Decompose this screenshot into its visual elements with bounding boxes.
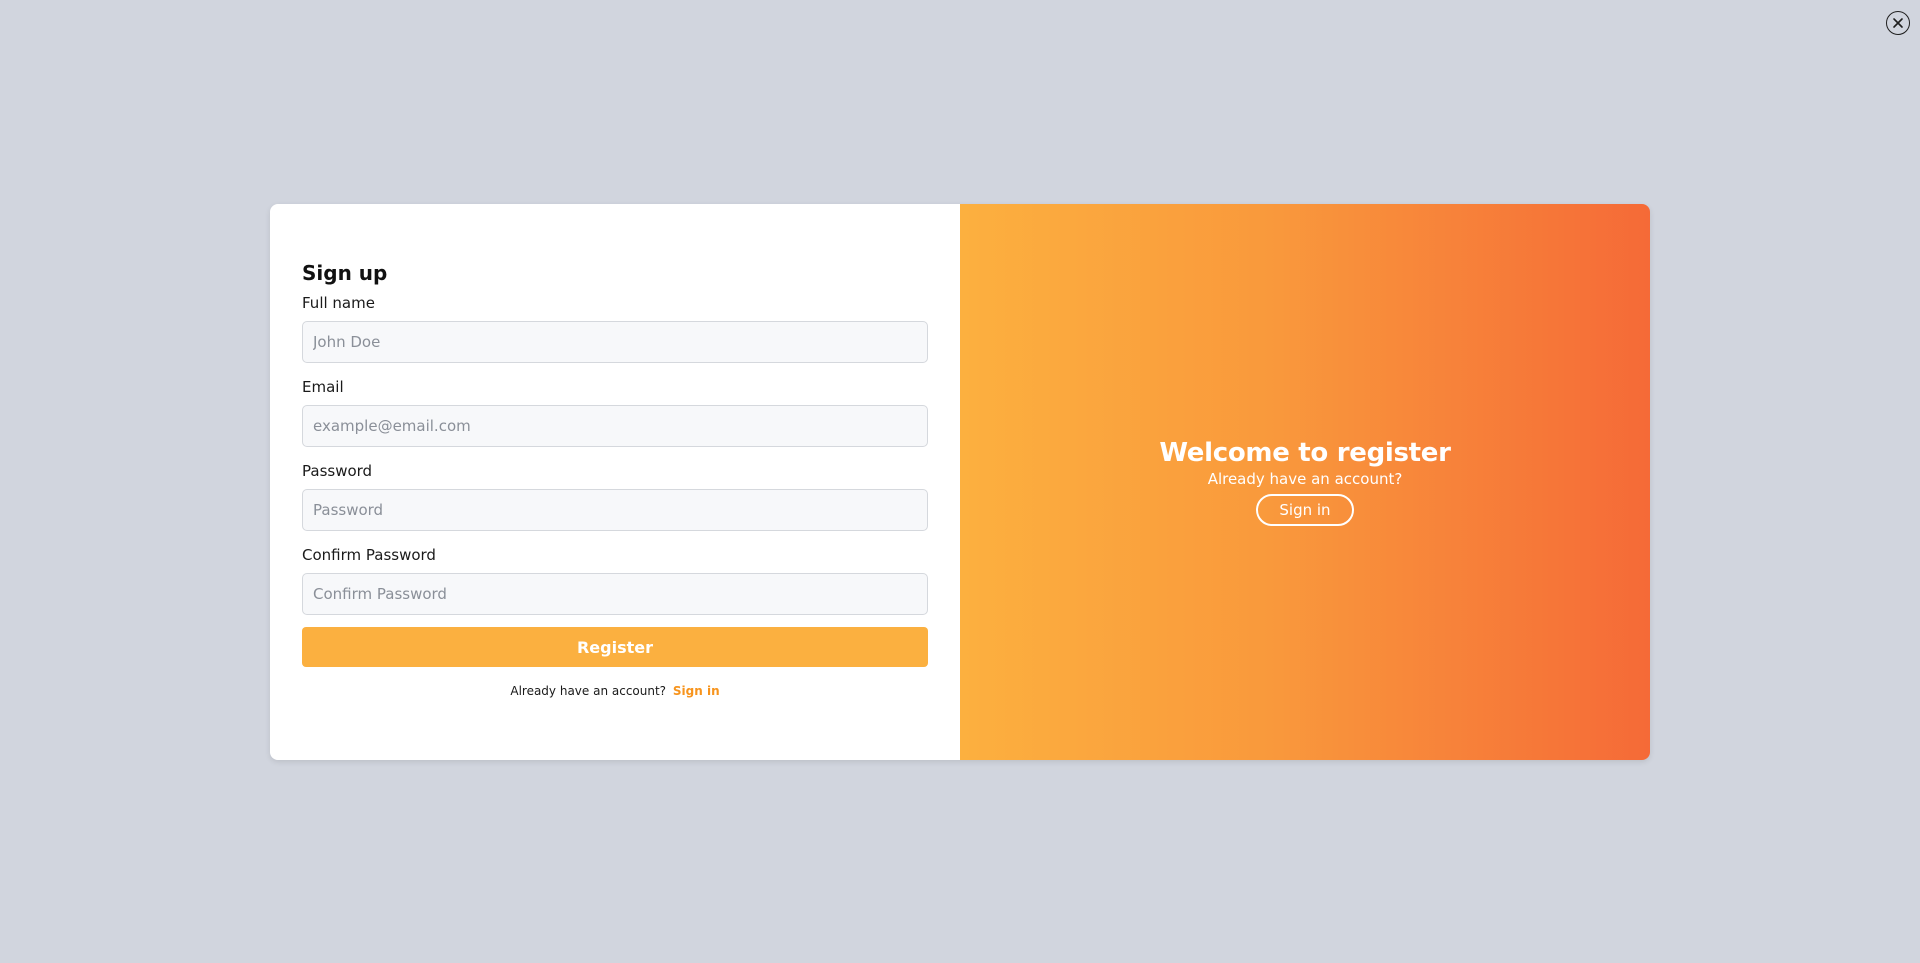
welcome-signin-button[interactable]: Sign in — [1256, 493, 1354, 526]
close-icon — [1892, 17, 1904, 29]
welcome-panel: Welcome to register Already have an acco… — [960, 204, 1650, 760]
full-name-label: Full name — [302, 294, 375, 312]
email-group: Email — [302, 377, 928, 447]
confirm-password-input[interactable] — [302, 573, 928, 615]
full-name-input[interactable] — [302, 321, 928, 363]
password-label: Password — [302, 462, 373, 480]
password-input[interactable] — [302, 489, 928, 531]
password-group: Password — [302, 461, 928, 531]
full-name-group: Full name — [302, 293, 928, 363]
email-label: Email — [302, 378, 344, 396]
welcome-subtitle: Already have an account? — [1207, 469, 1403, 488]
confirm-password-group: Confirm Password — [302, 545, 928, 615]
signin-row: Already have an account? Sign in — [302, 684, 928, 698]
signup-form-panel: Sign up Full name Email Password Confirm… — [270, 204, 960, 760]
form-title: Sign up — [302, 261, 388, 285]
signup-card: Sign up Full name Email Password Confirm… — [270, 204, 1650, 760]
close-button[interactable] — [1886, 11, 1910, 35]
confirm-password-label: Confirm Password — [302, 546, 436, 564]
email-input[interactable] — [302, 405, 928, 447]
welcome-title: Welcome to register — [1159, 437, 1451, 468]
register-button[interactable]: Register — [302, 627, 928, 667]
signin-link[interactable]: Sign in — [673, 684, 720, 698]
signin-prompt: Already have an account? — [510, 684, 667, 698]
